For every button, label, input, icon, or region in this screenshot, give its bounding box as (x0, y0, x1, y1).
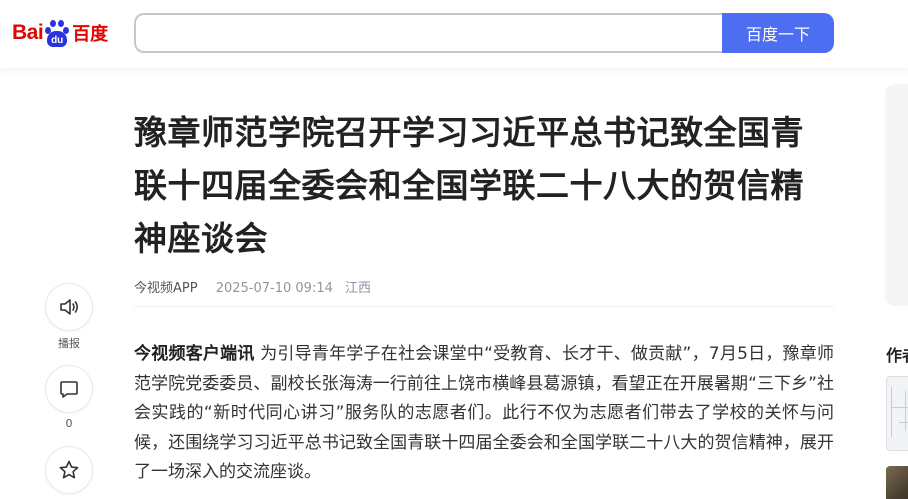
top-header: Bai du 百度 百度一下 (0, 0, 908, 68)
article-lead: 今视频客户端讯 (134, 344, 255, 364)
paw-icon: du (44, 18, 70, 48)
logo-text-cn: 百度 (72, 24, 109, 45)
sidebar-card (885, 84, 908, 306)
favorite-button[interactable] (45, 446, 93, 494)
comment-tool: 0 (45, 365, 93, 430)
sidebar-thumbnail-map[interactable] (886, 376, 908, 451)
article-meta: 今视频APP 2025-07-10 09:14 江西 (134, 277, 834, 307)
logo-text-bai: Bai (12, 21, 44, 44)
listen-tool: 播报 (45, 283, 93, 351)
search-input[interactable] (136, 15, 724, 51)
search-box (134, 13, 724, 53)
search-button[interactable]: 百度一下 (722, 13, 834, 53)
baidu-logo[interactable]: Bai du 百度 (12, 16, 120, 50)
article-paragraph: 今视频客户端讯 为引导青年学子在社会课堂中“受教育、长才干、做贡献”，7月5日，… (134, 340, 834, 488)
article-source[interactable]: 今视频APP (134, 281, 198, 296)
listen-button[interactable] (45, 283, 93, 331)
article-title: 豫章师范学院召开学习习近平总书记致全国青联十四届全委会和全国学联二十八大的贺信精… (134, 113, 804, 258)
comment-count: 0 (65, 417, 73, 430)
article-time: 2025-07-10 09:14 (215, 281, 333, 296)
sidebar-author-heading: 作者 (886, 346, 908, 365)
sidebar-thumbnail-photo[interactable] (886, 466, 908, 499)
page: Bai du 百度 百度一下 播报 0 豫章师范学院召开学习习近平总书记致全国青… (0, 0, 908, 499)
article-location: 江西 (345, 281, 372, 296)
comment-icon (60, 381, 78, 398)
star-icon (59, 460, 79, 479)
logo-text-du: du (47, 31, 68, 47)
article-body: 为引导青年学子在社会课堂中“受教育、长才干、做贡献”，7月5日，豫章师范学院党委… (134, 344, 834, 482)
listen-label: 播报 (58, 337, 80, 350)
comment-button[interactable] (45, 365, 93, 413)
favorite-tool (45, 446, 93, 494)
speaker-icon (60, 299, 79, 315)
